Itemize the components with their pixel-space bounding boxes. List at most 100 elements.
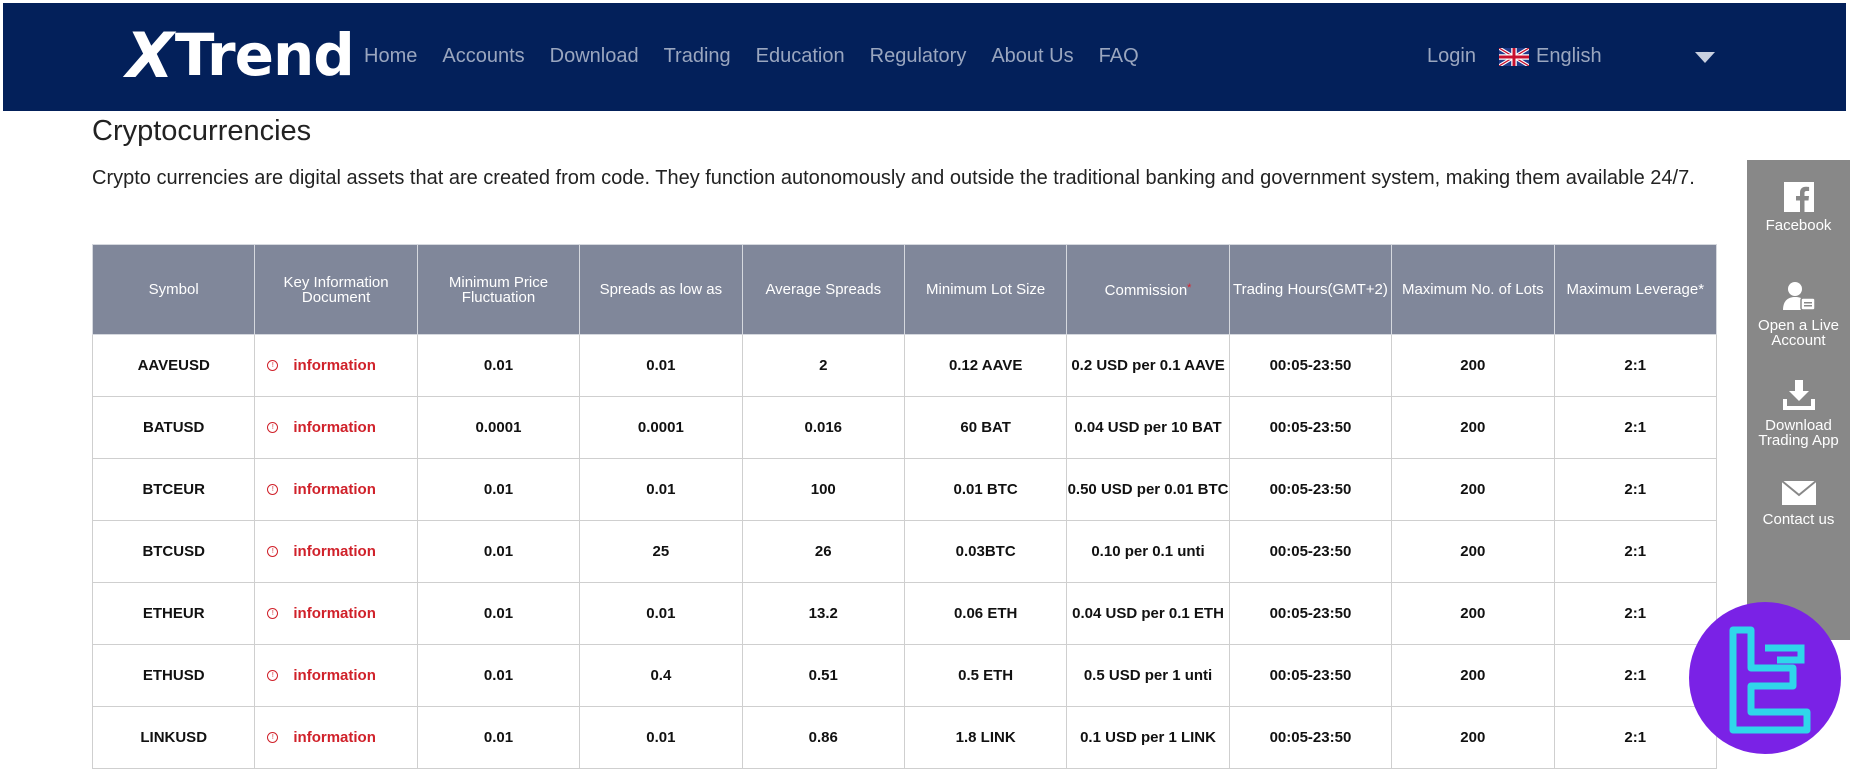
info-circle-icon: ! [267, 608, 279, 619]
information-link[interactable]: information [293, 481, 376, 498]
crypto-specs-table: Symbol Key Information Document Minimum … [91, 244, 1718, 769]
cell-key-info: ! information [254, 334, 418, 397]
nav-faq[interactable]: FAQ [1099, 45, 1139, 68]
cell-trading-hours: 00:05-23:50 [1228, 582, 1393, 645]
information-link[interactable]: information [293, 543, 376, 560]
download-icon [1782, 380, 1815, 410]
language-label: English [1536, 45, 1602, 67]
cell-symbol: BTCUSD [91, 520, 256, 583]
col-max-leverage: Maximum Leverage* [1553, 244, 1718, 335]
information-link[interactable]: information [293, 357, 376, 374]
table-header-row: Symbol Key Information Document Minimum … [91, 244, 1718, 335]
info-circle-icon: ! [267, 484, 279, 495]
information-link[interactable]: information [293, 605, 376, 622]
cell-min-lot: 1.8 LINK [903, 706, 1068, 769]
cell-key-info: ! information [254, 706, 418, 769]
cell-key-info: ! information [254, 644, 418, 707]
cell-spreads-low: 0.01 [579, 334, 743, 397]
cell-trading-hours: 00:05-23:50 [1228, 644, 1393, 707]
cell-max-lots: 200 [1391, 520, 1555, 583]
language-selector[interactable]: English [1499, 45, 1602, 68]
download-app-label-1: Download [1765, 417, 1832, 434]
cell-max-lots: 200 [1391, 582, 1555, 645]
cell-commission: 0.04 USD per 10 BAT [1066, 396, 1230, 459]
page-title: Cryptocurrencies [92, 115, 312, 147]
sidebar-open-live-account[interactable]: Open a Live Account [1747, 280, 1850, 348]
cell-spreads-low: 25 [579, 520, 743, 583]
cell-symbol: BATUSD [91, 396, 256, 459]
sidebar-contact-us[interactable]: Contact us [1747, 480, 1850, 527]
col-max-lots: Maximum No. of Lots [1391, 244, 1555, 335]
caret-down-icon[interactable] [1695, 52, 1715, 63]
nav-home[interactable]: Home [364, 45, 417, 68]
nav-trading[interactable]: Trading [664, 45, 731, 68]
cell-min-price: 0.01 [416, 334, 581, 397]
cell-min-lot: 0.01 BTC [903, 458, 1068, 521]
table-row: BATUSD! information 0.0001 0.0001 0.016 60 BA… [91, 396, 1718, 459]
envelope-icon [1780, 480, 1817, 505]
cell-min-lot: 0.5 ETH [903, 644, 1068, 707]
nav-about-us[interactable]: About Us [991, 45, 1073, 68]
cell-symbol: ETHEUR [91, 582, 256, 645]
information-link[interactable]: information [293, 729, 376, 746]
cell-key-info: ! information [254, 396, 418, 459]
cell-min-lot: 60 BAT [903, 396, 1068, 459]
col-min-price: Minimum Price Fluctuation [416, 244, 581, 335]
col-key-info: Key Information Document [254, 244, 418, 335]
cell-commission: 0.04 USD per 0.1 ETH [1066, 582, 1230, 645]
cell-key-info: ! information [254, 582, 418, 645]
cell-avg-spreads: 0.016 [741, 396, 905, 459]
cell-min-price: 0.01 [416, 644, 581, 707]
nav-download[interactable]: Download [550, 45, 639, 68]
information-link[interactable]: information [293, 667, 376, 684]
user-card-icon [1782, 282, 1816, 311]
sidebar-download-app[interactable]: Download Trading App [1747, 380, 1850, 448]
top-navbar: X Trend Home Accounts Download Trading Ed… [3, 3, 1846, 111]
cell-avg-spreads: 26 [741, 520, 905, 583]
nav-accounts[interactable]: Accounts [442, 45, 524, 68]
cell-commission: 0.50 USD per 0.01 BTC [1066, 458, 1230, 521]
table-row: AAVEUSD! information 0.01 0.01 2 0.12 AAVE 0.2… [91, 334, 1718, 397]
info-circle-icon: ! [267, 422, 279, 433]
cell-avg-spreads: 0.51 [741, 644, 905, 707]
col-symbol: Symbol [91, 244, 256, 335]
table-row: BTCUSD! information 0.01 25 26 0.03BTC 0.10 pe… [91, 520, 1718, 583]
col-avg-spreads: Average Spreads [741, 244, 905, 335]
information-link[interactable]: information [293, 419, 376, 436]
cell-min-price: 0.0001 [416, 396, 581, 459]
tc-logo-icon [1729, 626, 1811, 734]
cell-min-lot: 0.03BTC [903, 520, 1068, 583]
login-link[interactable]: Login [1427, 45, 1476, 68]
cell-key-info: ! information [254, 520, 418, 583]
download-app-label-2: Trading App [1758, 432, 1839, 449]
table-row: ETHUSD! information 0.01 0.4 0.51 0.5 ETH 0.5 … [91, 644, 1718, 707]
cell-min-price: 0.01 [416, 706, 581, 769]
cell-trading-hours: 00:05-23:50 [1228, 520, 1393, 583]
watermark-logo-badge [1689, 602, 1841, 754]
table-row: LINKUSD! information 0.01 0.01 0.86 1.8 LINK 0… [91, 706, 1718, 769]
cell-commission: 0.1 USD per 1 LINK [1066, 706, 1230, 769]
contact-us-label: Contact us [1762, 511, 1835, 528]
main-nav: Home Accounts Download Trading Education… [364, 45, 1164, 68]
cell-avg-spreads: 0.86 [741, 706, 905, 769]
logo-x: X [126, 18, 174, 92]
facebook-icon [1783, 182, 1814, 212]
cell-avg-spreads: 2 [741, 334, 905, 397]
cell-symbol: BTCEUR [91, 458, 256, 521]
nav-education[interactable]: Education [756, 45, 845, 68]
table-row: ETHEUR! information 0.01 0.01 13.2 0.06 ETH 0.… [91, 582, 1718, 645]
page-description: Crypto currencies are digital assets tha… [92, 167, 1695, 189]
cell-max-lots: 200 [1391, 334, 1555, 397]
cell-max-leverage: 2:1 [1553, 520, 1718, 583]
cell-max-lots: 200 [1391, 458, 1555, 521]
cell-max-lots: 200 [1391, 644, 1555, 707]
col-spreads-low: Spreads as low as [579, 244, 743, 335]
xtrend-logo[interactable]: X Trend [126, 19, 355, 92]
cell-symbol: AAVEUSD [91, 334, 256, 397]
cell-min-price: 0.01 [416, 520, 581, 583]
cell-symbol: LINKUSD [91, 706, 256, 769]
sidebar-facebook[interactable]: Facebook [1747, 182, 1850, 233]
col-trading-hours: Trading Hours(GMT+2) [1228, 244, 1393, 335]
nav-regulatory[interactable]: Regulatory [870, 45, 967, 68]
live-account-label-2: Account [1771, 332, 1826, 349]
